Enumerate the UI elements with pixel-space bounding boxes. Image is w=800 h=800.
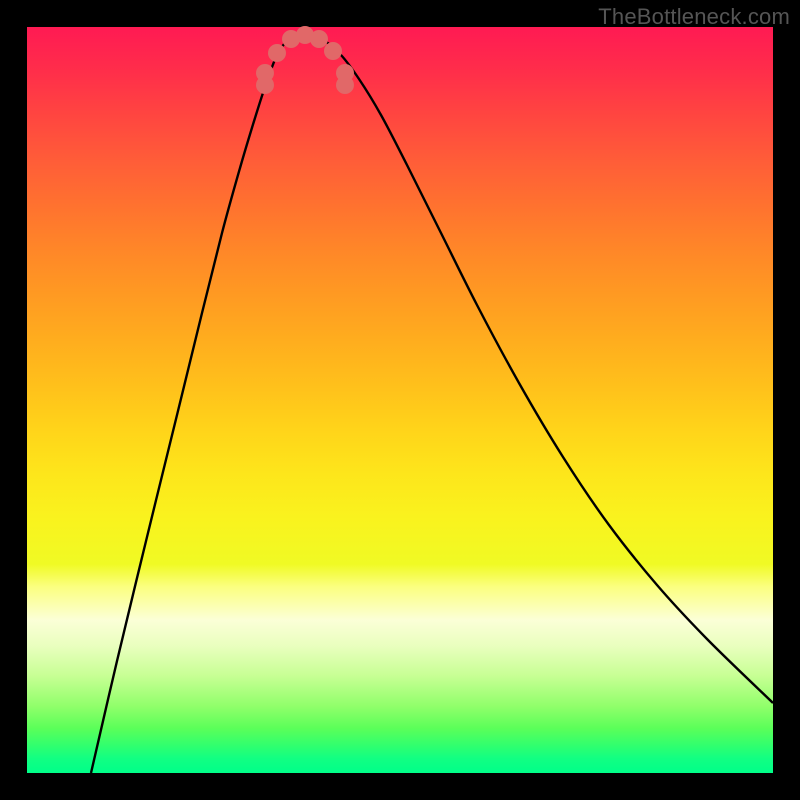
curve-marker	[310, 30, 328, 48]
chart-frame: TheBottleneck.com	[0, 0, 800, 800]
bottleneck-curve	[91, 33, 773, 773]
bottleneck-curve-svg	[27, 27, 773, 773]
curve-markers	[256, 26, 354, 94]
curve-marker	[256, 64, 274, 82]
watermark-text: TheBottleneck.com	[598, 4, 790, 30]
curve-marker	[268, 44, 286, 62]
curve-marker	[336, 76, 354, 94]
plot-area	[27, 27, 773, 773]
curve-marker	[324, 42, 342, 60]
